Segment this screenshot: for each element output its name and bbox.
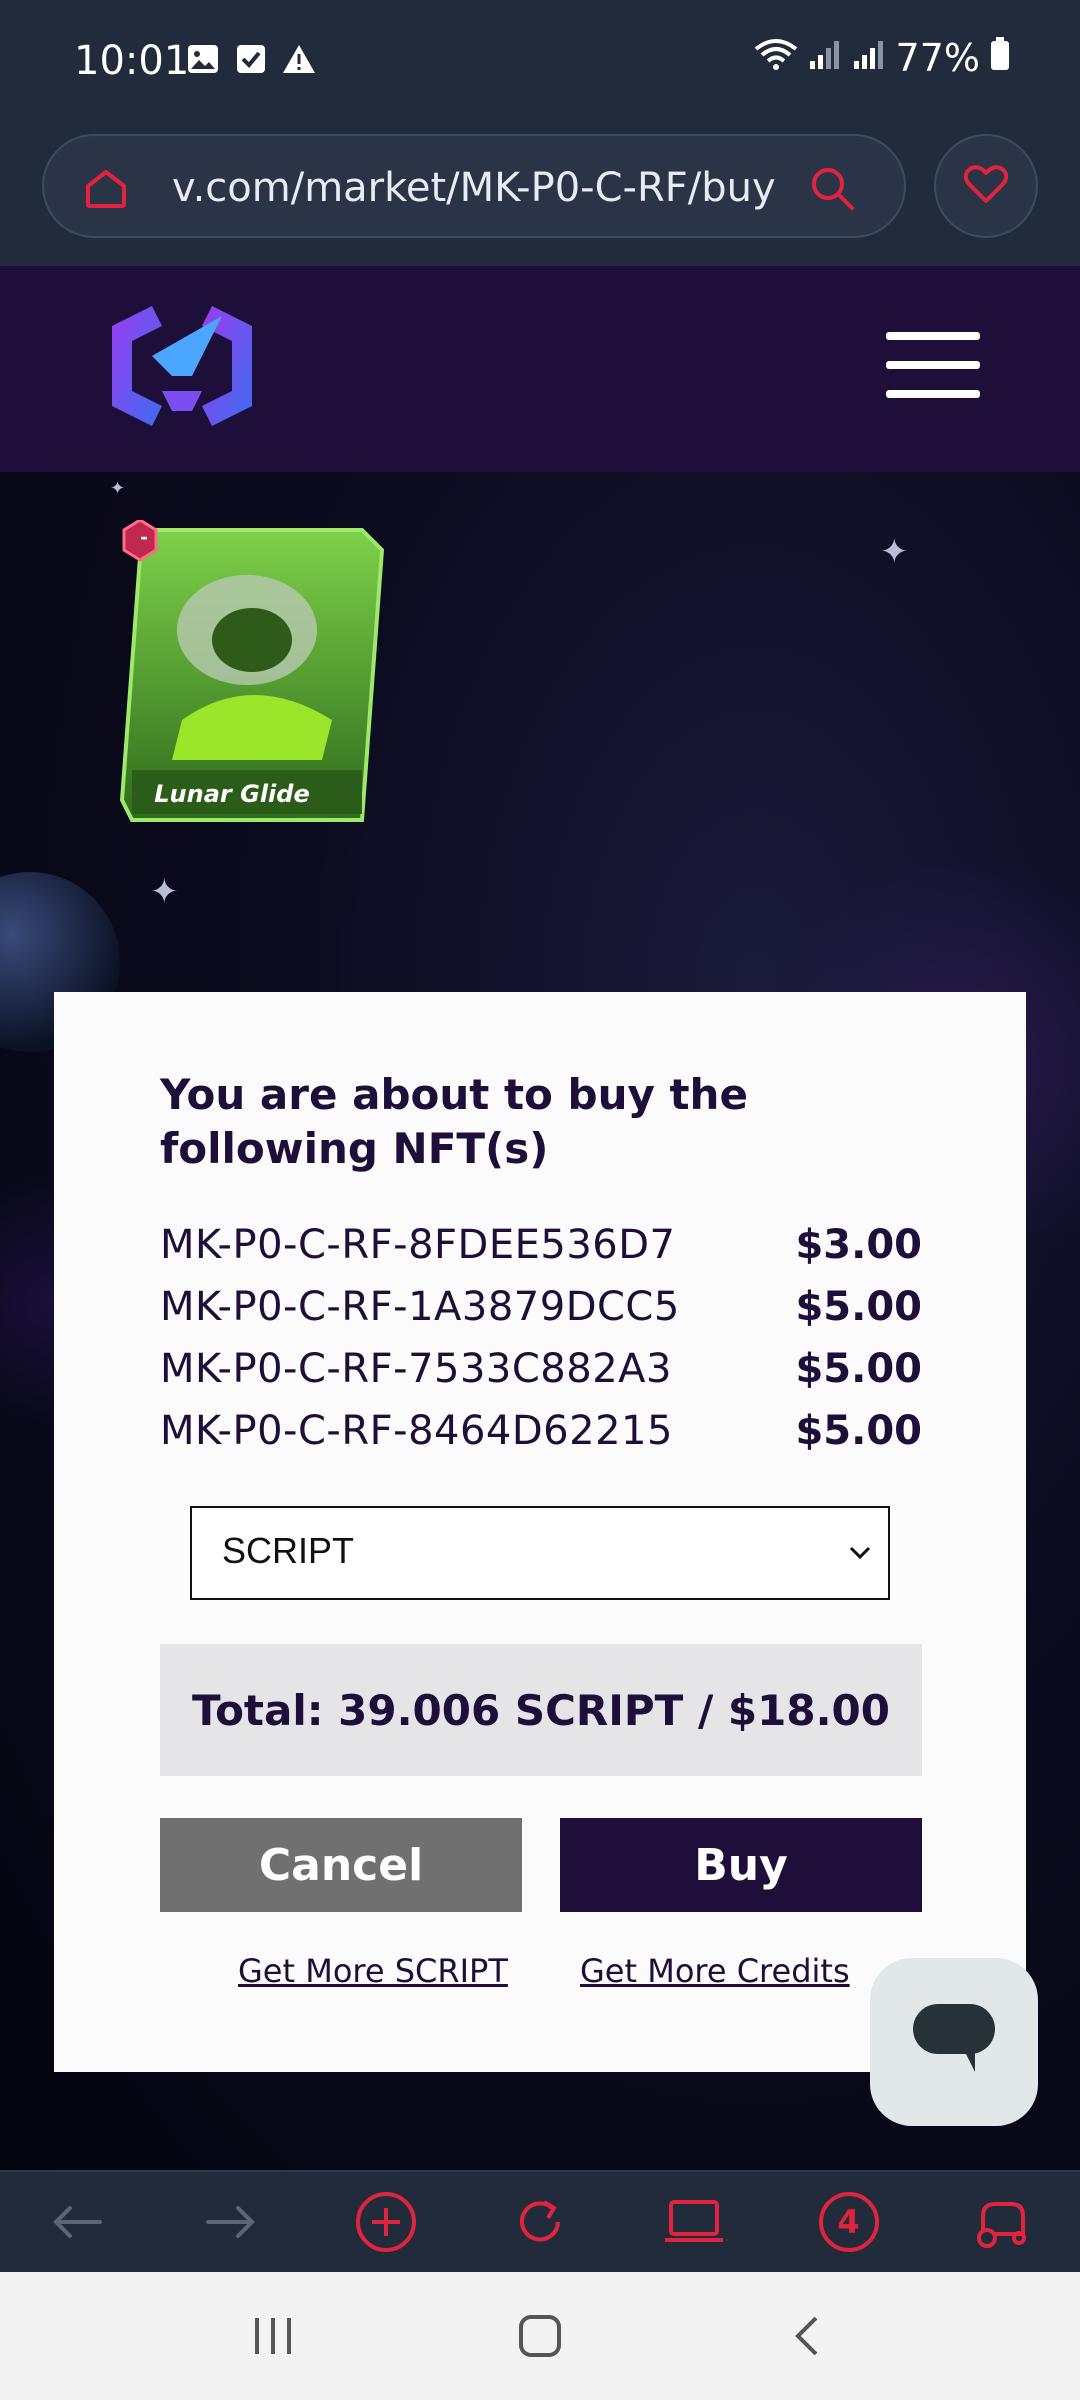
nft-price: $5.00 (795, 1408, 922, 1454)
tabs-count: 4 (837, 2203, 860, 2241)
system-status: 77% (754, 36, 1010, 80)
cancel-button[interactable]: Cancel (160, 1818, 522, 1912)
nft-list: MK-P0-C-RF-8FDEE536D7 $3.00 MK-P0-C-RF-1… (160, 1214, 922, 1462)
buy-button[interactable]: Buy (560, 1818, 922, 1912)
status-bar: 10:01 77% (0, 0, 1080, 124)
system-navigation-bar (0, 2272, 1080, 2400)
desktop-mode-icon[interactable] (656, 2184, 732, 2260)
total-text: Total: 39.006 SCRIPT / $18.00 (192, 1685, 890, 1735)
extension-icon[interactable] (965, 2184, 1041, 2260)
list-item: MK-P0-C-RF-8FDEE536D7 $3.00 (160, 1214, 922, 1276)
back-arrow-icon[interactable] (39, 2184, 115, 2260)
currency-select[interactable]: SCRIPT (190, 1506, 890, 1600)
get-more-credits-link[interactable]: Get More Credits (580, 1952, 850, 1990)
nft-id: MK-P0-C-RF-7533C882A3 (160, 1346, 672, 1392)
card-badge: - (140, 524, 148, 549)
nft-price: $5.00 (795, 1346, 922, 1392)
star-icon: ✦ (150, 873, 179, 911)
modal-title: You are about to buy the following NFT(s… (160, 1070, 748, 1173)
signal-icon (852, 36, 886, 80)
purchase-modal: You are about to buy the following NFT(s… (54, 992, 1026, 2072)
battery-icon (990, 36, 1010, 80)
list-item: MK-P0-C-RF-8464D62215 $5.00 (160, 1400, 922, 1462)
image-icon (186, 42, 220, 76)
nft-price: $3.00 (795, 1222, 922, 1268)
chat-button[interactable] (870, 1958, 1038, 2126)
hamburger-menu-icon[interactable] (886, 332, 980, 402)
chevron-down-icon (846, 1538, 874, 1566)
total-box: Total: 39.006 SCRIPT / $18.00 (160, 1644, 922, 1776)
nft-id: MK-P0-C-RF-8FDEE536D7 (160, 1222, 676, 1268)
browser-toolbar: 4 (0, 2170, 1080, 2272)
battery-percent: 77% (895, 36, 980, 80)
url-text[interactable]: v.com/market/MK-P0-C-RF/buy (172, 158, 812, 218)
currency-value: SCRIPT (222, 1530, 355, 1571)
warning-icon (282, 42, 316, 76)
get-more-script-link[interactable]: Get More SCRIPT (238, 1952, 508, 1990)
check-box-icon (234, 42, 268, 76)
notification-icons (186, 42, 316, 76)
recent-apps-icon[interactable] (233, 2296, 313, 2376)
signal-icon (808, 36, 842, 80)
nft-id: MK-P0-C-RF-1A3879DCC5 (160, 1284, 680, 1330)
heart-icon (963, 164, 1009, 209)
back-icon[interactable] (767, 2296, 847, 2376)
favorite-button[interactable] (934, 134, 1038, 238)
site-logo[interactable] (92, 296, 272, 436)
address-bar[interactable]: v.com/market/MK-P0-C-RF/buy (42, 134, 906, 238)
chat-icon (911, 2002, 997, 2083)
reload-icon[interactable] (502, 2184, 578, 2260)
nft-id: MK-P0-C-RF-8464D62215 (160, 1408, 673, 1454)
wifi-icon (754, 36, 798, 80)
home-icon[interactable] (84, 166, 128, 210)
browser-bar: v.com/market/MK-P0-C-RF/buy (0, 124, 1080, 266)
forward-arrow-icon[interactable] (193, 2184, 269, 2260)
card-name: Lunar Glide (154, 780, 310, 808)
new-tab-icon[interactable] (348, 2184, 424, 2260)
list-item: MK-P0-C-RF-1A3879DCC5 $5.00 (160, 1276, 922, 1338)
nft-card[interactable]: - Lunar Glide (112, 518, 392, 840)
site-header (0, 266, 1080, 472)
status-time: 10:01 (74, 38, 190, 84)
list-item: MK-P0-C-RF-7533C882A3 $5.00 (160, 1338, 922, 1400)
nft-price: $5.00 (795, 1284, 922, 1330)
star-icon: ✦ (880, 533, 909, 571)
home-icon[interactable] (500, 2296, 580, 2376)
tabs-icon[interactable]: 4 (811, 2184, 887, 2260)
search-icon[interactable] (808, 164, 856, 212)
star-icon: ✦ (110, 478, 126, 498)
